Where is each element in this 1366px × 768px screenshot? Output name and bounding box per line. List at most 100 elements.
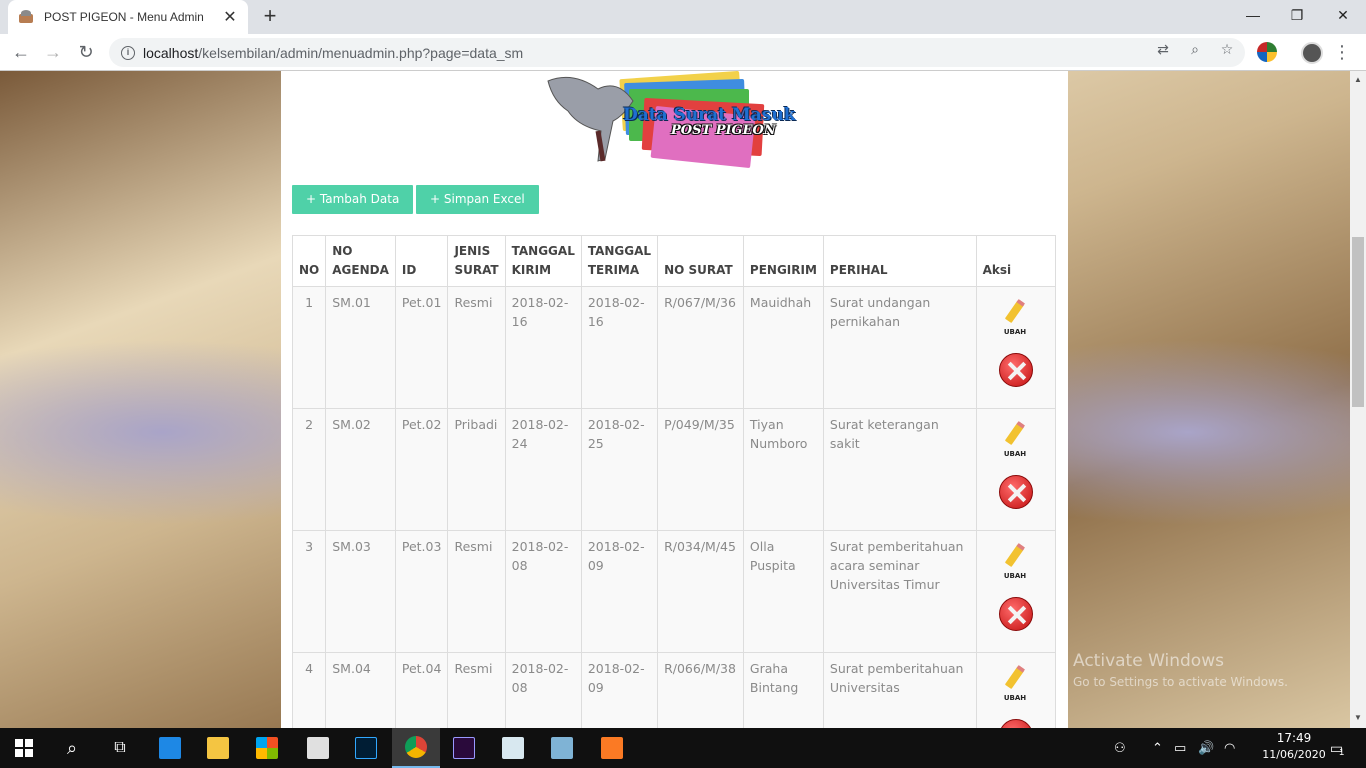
wifi-icon[interactable]: ◠ [1224,728,1235,768]
notification-count: 1 [1339,747,1345,757]
close-tab-icon[interactable]: ✕ [222,7,238,27]
delete-icon[interactable] [998,719,1033,728]
activate-windows-watermark: Activate Windows Go to Settings to activ… [1073,651,1288,689]
cell-id: Pet.01 [394,286,449,409]
new-tab-button[interactable]: + [258,5,282,29]
xampp-icon[interactable] [588,728,636,768]
search-icon[interactable]: ⌕ [48,728,96,768]
people-icon[interactable]: ⚇ [1114,728,1126,768]
header-pengirim: PENGIRIM [742,235,824,287]
edit-icon[interactable]: UBAH [1001,420,1031,458]
edit-label: UBAH [1003,328,1027,336]
cell-kirim-a: 2018-02- [511,539,569,554]
url-host: localhost [143,44,199,61]
delete-icon[interactable] [998,353,1033,387]
scroll-up-icon[interactable]: ▲ [1354,75,1362,84]
cell-kirim: 2018-02- 24 [504,408,582,531]
address-bar[interactable]: i localhost/kelsembilan/admin/menuadmin.… [109,38,1245,67]
reload-icon[interactable]: ↻ [74,40,98,64]
cell-terima-a: 2018-02- [587,295,645,310]
header-terima-line1: TANGGAL [587,244,652,258]
cell-id: Pet.02 [394,408,449,531]
header-no-text: NO [299,263,320,277]
edit-label: UBAH [1003,450,1027,458]
header-agenda-line2: AGENDA [332,263,389,277]
extension-icon[interactable] [1257,42,1277,62]
store-icon[interactable] [243,728,291,768]
close-window-button[interactable]: ✕ [1320,0,1366,30]
profile-avatar[interactable] [1301,42,1323,64]
notepad-shape [551,737,573,759]
minimize-button[interactable]: — [1230,0,1276,30]
header-jenis: JENIS SURAT [447,235,506,287]
cell-kirim-b: 08 [511,680,528,695]
cell-perihal: Surat pemberitahuan acara seminar Univer… [822,530,977,653]
notepad-icon[interactable] [538,728,586,768]
edit-icon[interactable]: UBAH [1001,298,1031,336]
add-data-button[interactable]: + Tambah Data [292,185,414,214]
header-kirim-line1: TANGGAL [511,244,575,258]
main-content: Data Surat Masuk POST PIGEON + Tambah Da… [281,71,1068,728]
cell-perihal: Surat keterangan sakit [822,408,977,531]
file-explorer-icon[interactable] [194,728,242,768]
cell-kirim-b: 24 [511,436,528,451]
photoshop-icon[interactable] [342,728,390,768]
cell-nosurat: R/067/M/36 [657,286,744,409]
volume-icon[interactable]: 🔊 [1198,728,1214,768]
delete-icon[interactable] [998,475,1033,509]
start-button[interactable] [0,728,48,768]
browser-toolbar: ← → ↻ i localhost/kelsembilan/admin/menu… [0,34,1366,71]
activate-line2: Go to Settings to activate Windows. [1073,675,1288,689]
show-hidden-icons-chevron-icon[interactable]: ⌃ [1152,728,1163,768]
chrome-taskbar-icon[interactable] [392,728,440,768]
task-view-icon[interactable]: ⧉ [96,728,144,768]
system-clock[interactable]: 17:49 11/06/2020 [1262,731,1326,761]
app-window-icon[interactable] [489,728,537,768]
cell-jenis: Resmi [447,286,506,409]
mail-icon[interactable] [146,728,194,768]
premiere-icon[interactable] [440,728,488,768]
delete-icon[interactable] [998,597,1033,631]
battery-icon[interactable]: ▭ [1174,728,1186,768]
calendar-app-shape [307,737,329,759]
browser-tab[interactable]: POST PIGEON - Menu Admin ✕ [8,0,248,34]
back-icon[interactable]: ← [9,40,33,64]
table-row: 2 SM.02 Pet.02 Pribadi 2018-02- 24 2018-0… [291,408,1057,531]
cell-terima: 2018-02- 09 [580,530,659,653]
header-nosurat-text: NO SURAT [664,263,733,277]
edit-icon[interactable]: UBAH [1001,664,1031,702]
cell-id: Pet.04 [394,652,449,728]
notification-center-icon[interactable]: ▭ 1 [1326,728,1348,768]
restore-button[interactable]: ❐ [1274,0,1320,30]
header-agenda: NO AGENDA [325,235,396,287]
scrollbar-thumb[interactable] [1352,237,1364,407]
header-jenis-line2: SURAT [454,263,499,277]
cell-pengirim: Tiyan Numboro [742,408,824,531]
menu-icon[interactable]: ⋮ [1332,40,1352,64]
scroll-down-icon[interactable]: ▼ [1354,713,1362,722]
logo-subtitle: POST PIGEON [671,123,776,138]
cell-aksi: UBAH [975,408,1057,531]
cell-terima: 2018-02- 16 [580,286,659,409]
edit-icon[interactable]: UBAH [1001,542,1031,580]
cell-agenda: SM.02 [325,408,396,531]
calendar-app-icon[interactable] [294,728,342,768]
page-scrollbar[interactable]: ▲ ▼ [1350,71,1366,728]
cell-pengirim: Graha Bintang [742,652,824,728]
zoom-icon[interactable]: ⌕ [1186,40,1204,58]
pencil-shape [1004,664,1025,690]
cell-kirim-b: 16 [511,314,528,329]
bookmark-star-icon[interactable]: ☆ [1218,40,1236,58]
save-excel-button[interactable]: + Simpan Excel [416,185,539,214]
header-kirim-line2: KIRIM [511,263,552,277]
cell-terima: 2018-02- 25 [580,408,659,531]
header-aksi: Aksi [975,235,1057,287]
info-icon[interactable]: i [121,45,135,60]
table-row: 4 SM.04 Pet.04 Resmi 2018-02- 08 2018-02-… [291,652,1057,728]
forward-icon[interactable]: → [41,40,65,64]
translate-icon[interactable]: ⇄ [1154,40,1172,58]
cell-jenis: Pribadi [447,408,506,531]
header-id-text: ID [401,263,417,277]
edit-label: UBAH [1003,694,1027,702]
header-kirim: TANGGAL KIRIM [504,235,582,287]
